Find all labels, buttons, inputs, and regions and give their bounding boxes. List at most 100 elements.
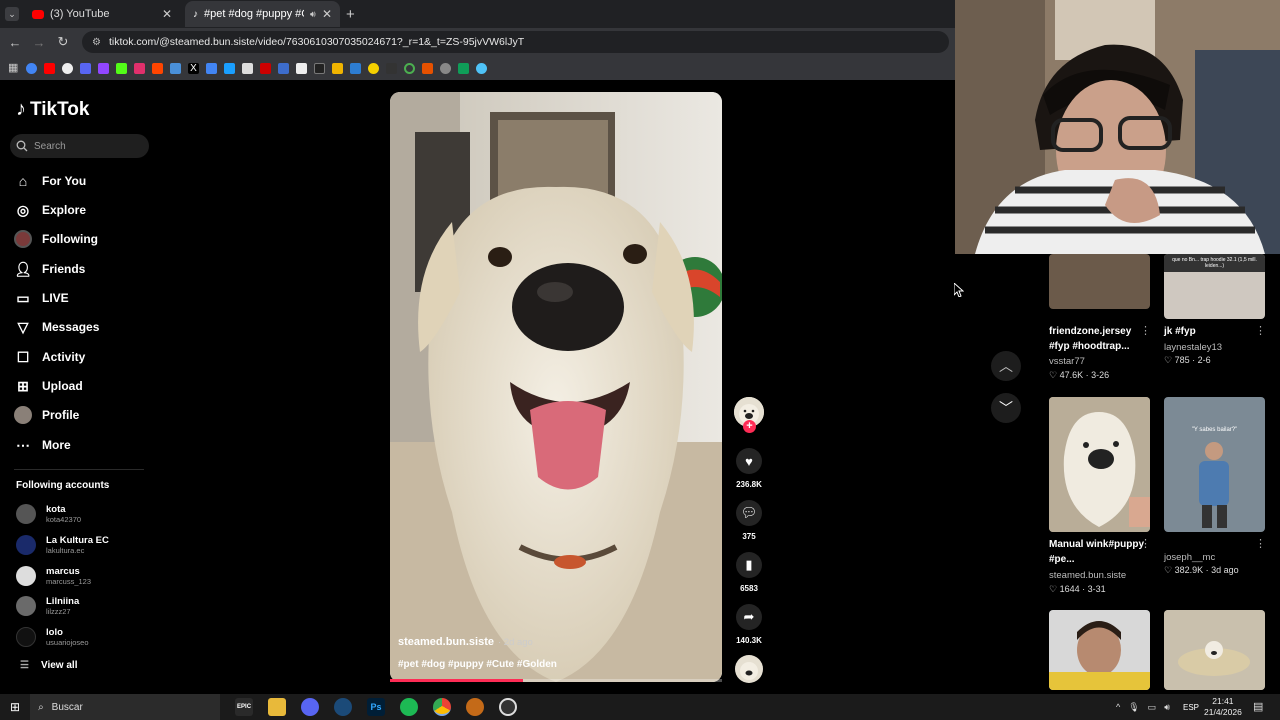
bookmark-icon[interactable] bbox=[422, 62, 433, 74]
epic-games-icon[interactable]: EPIC bbox=[235, 698, 254, 716]
bookmark-icon[interactable] bbox=[332, 62, 343, 74]
nav-activity[interactable]: ☐ Activity bbox=[14, 345, 154, 369]
more-options-icon[interactable]: ⋮ bbox=[1255, 537, 1266, 550]
bookmark-icon[interactable] bbox=[386, 62, 397, 74]
video-progress-bar[interactable] bbox=[390, 679, 722, 682]
related-video-author[interactable]: steamed.bun.siste bbox=[1049, 570, 1126, 581]
tiktok-logo[interactable]: ♪ TikTok bbox=[16, 98, 89, 121]
bookmark-icon[interactable] bbox=[314, 62, 325, 74]
like-action[interactable]: ♥ 236.8K bbox=[733, 448, 765, 489]
x-icon[interactable]: X bbox=[188, 62, 199, 74]
bookmark-icon[interactable] bbox=[206, 62, 217, 74]
bookmark-icon[interactable] bbox=[476, 62, 487, 74]
nav-following[interactable]: Following bbox=[14, 227, 154, 251]
more-options-icon[interactable]: ⋮ bbox=[1140, 324, 1151, 337]
share-icon[interactable]: ➦ bbox=[736, 604, 762, 630]
url-field[interactable]: ⚙ tiktok.com/@steamed.bun.siste/video/76… bbox=[82, 31, 949, 53]
heart-icon[interactable]: ♥ bbox=[736, 448, 762, 474]
bookmark-icon[interactable] bbox=[458, 62, 469, 74]
reload-icon[interactable]: ↻ bbox=[54, 34, 72, 50]
video-player[interactable] bbox=[390, 92, 722, 682]
bookmark-icon[interactable] bbox=[170, 62, 181, 74]
bookmark-icon[interactable] bbox=[368, 62, 379, 74]
nav-upload[interactable]: ⊞ Upload bbox=[14, 374, 154, 398]
forward-arrow-icon[interactable]: → bbox=[30, 35, 48, 50]
bookmark-icon[interactable] bbox=[242, 62, 253, 74]
bookmark-icon[interactable] bbox=[260, 62, 271, 74]
search-input[interactable]: Search bbox=[10, 134, 149, 158]
tab-youtube[interactable]: (3) YouTube ✕ bbox=[24, 1, 180, 27]
apps-grid-icon[interactable]: ▦ bbox=[8, 62, 19, 74]
related-video-title[interactable]: jk #fyp bbox=[1164, 324, 1264, 339]
more-options-icon[interactable]: ⋮ bbox=[1255, 324, 1266, 337]
bookmark-icon[interactable] bbox=[134, 62, 145, 74]
related-video-thumbnail[interactable] bbox=[1049, 610, 1150, 690]
view-all-button[interactable]: ☰ View all bbox=[20, 660, 77, 671]
related-video-thumbnail[interactable]: que no Bn... trap hoodie 32.1 (1,5 mill.… bbox=[1164, 254, 1265, 319]
tab-search-button[interactable]: ⌄ bbox=[5, 7, 19, 21]
bookmark-icon[interactable] bbox=[44, 62, 55, 74]
follow-button[interactable]: + bbox=[743, 420, 756, 433]
language-indicator[interactable]: ESP bbox=[1183, 703, 1199, 712]
share-action[interactable]: ➦ 140.3K bbox=[733, 604, 765, 645]
bookmark-icon[interactable] bbox=[98, 62, 109, 74]
related-video-thumbnail[interactable] bbox=[1164, 610, 1265, 690]
following-account-item[interactable]: Lilniina lilzzz27 bbox=[16, 592, 156, 620]
bookmark-icon[interactable] bbox=[296, 62, 307, 74]
bookmark-icon[interactable] bbox=[224, 62, 235, 74]
bookmark-icon[interactable] bbox=[62, 62, 73, 74]
bookmark-icon[interactable] bbox=[116, 62, 127, 74]
video-hashtags[interactable]: #pet #dog #puppy #Cute #Golden bbox=[398, 659, 557, 670]
comment-action[interactable]: 💬︎ 375 bbox=[733, 500, 765, 541]
related-video-title[interactable]: Manual wink#puppy #pe... bbox=[1049, 537, 1149, 567]
app-icon[interactable] bbox=[466, 698, 485, 716]
following-account-item[interactable]: La Kultura EC lakultura.ec bbox=[16, 531, 156, 559]
file-explorer-icon[interactable] bbox=[268, 698, 287, 716]
photoshop-icon[interactable]: Ps bbox=[367, 698, 386, 716]
bookmark-icon[interactable] bbox=[26, 62, 37, 74]
speaker-icon[interactable]: 🔊︎ bbox=[310, 9, 316, 20]
related-video-thumbnail[interactable] bbox=[1049, 397, 1150, 532]
following-account-item[interactable]: kota kota42370 bbox=[16, 500, 156, 528]
nav-for-you[interactable]: ⌂ For You bbox=[14, 169, 154, 193]
taskbar-clock[interactable]: 21:41 21/4/2026 bbox=[1204, 696, 1242, 718]
windows-start-icon[interactable]: ⊞ bbox=[10, 700, 20, 714]
bookmark-icon[interactable] bbox=[350, 62, 361, 74]
bookmark-icon[interactable] bbox=[278, 62, 289, 74]
chrome-icon[interactable] bbox=[433, 698, 452, 716]
more-options-icon[interactable]: ⋮ bbox=[1140, 537, 1151, 550]
related-video-author[interactable]: laynestaley13 bbox=[1164, 342, 1222, 353]
related-video-thumbnail[interactable]: "Y sabes bailar?" bbox=[1164, 397, 1265, 532]
network-icon[interactable]: ▭ bbox=[1148, 702, 1157, 713]
related-video-thumbnail[interactable] bbox=[1049, 254, 1150, 309]
nav-explore[interactable]: ◎ Explore bbox=[14, 198, 154, 222]
bookmark-icon[interactable] bbox=[440, 62, 451, 74]
notification-icon[interactable]: ▤ bbox=[1253, 700, 1263, 713]
following-account-item[interactable]: marcus marcuss_123 bbox=[16, 562, 156, 590]
close-tab-icon[interactable]: ✕ bbox=[322, 7, 332, 21]
back-arrow-icon[interactable]: ← bbox=[6, 35, 24, 50]
nav-profile[interactable]: Profile bbox=[14, 403, 154, 427]
obs-icon[interactable] bbox=[499, 698, 518, 716]
taskbar-search-input[interactable]: ⌕ Buscar bbox=[30, 694, 221, 720]
music-disc-icon[interactable] bbox=[735, 655, 763, 683]
bookmark-icon[interactable]: ▮ bbox=[736, 552, 762, 578]
related-video-author[interactable]: joseph__mc bbox=[1164, 552, 1215, 563]
related-video-author[interactable]: vsstar77 bbox=[1049, 356, 1085, 367]
close-tab-icon[interactable]: ✕ bbox=[162, 7, 172, 21]
new-tab-button[interactable]: + bbox=[346, 6, 355, 23]
nav-live[interactable]: ▭ LIVE bbox=[14, 286, 154, 310]
nav-messages[interactable]: ▽ Messages bbox=[14, 315, 154, 339]
previous-video-button[interactable]: ︿ bbox=[991, 351, 1021, 381]
related-video-title[interactable]: friendzone.jersey #fyp #hoodtrap... bbox=[1049, 324, 1149, 354]
microphone-icon[interactable]: 🎙︎ bbox=[1128, 702, 1139, 713]
tab-tiktok[interactable]: ♪ #pet #dog #puppy #Cute # 🔊︎ ✕ bbox=[185, 1, 340, 27]
video-author[interactable]: steamed.bun.siste · 2d ago bbox=[398, 636, 533, 648]
comment-icon[interactable]: 💬︎ bbox=[736, 500, 762, 526]
site-info-icon[interactable]: ⚙ bbox=[92, 37, 101, 48]
bookmark-icon[interactable] bbox=[404, 62, 415, 74]
author-name[interactable]: steamed.bun.siste bbox=[398, 636, 494, 648]
volume-icon[interactable]: 🔊︎ bbox=[1164, 702, 1170, 713]
nav-friends[interactable]: 👤︎ Friends bbox=[14, 257, 154, 281]
save-action[interactable]: ▮ 6583 bbox=[733, 552, 765, 593]
